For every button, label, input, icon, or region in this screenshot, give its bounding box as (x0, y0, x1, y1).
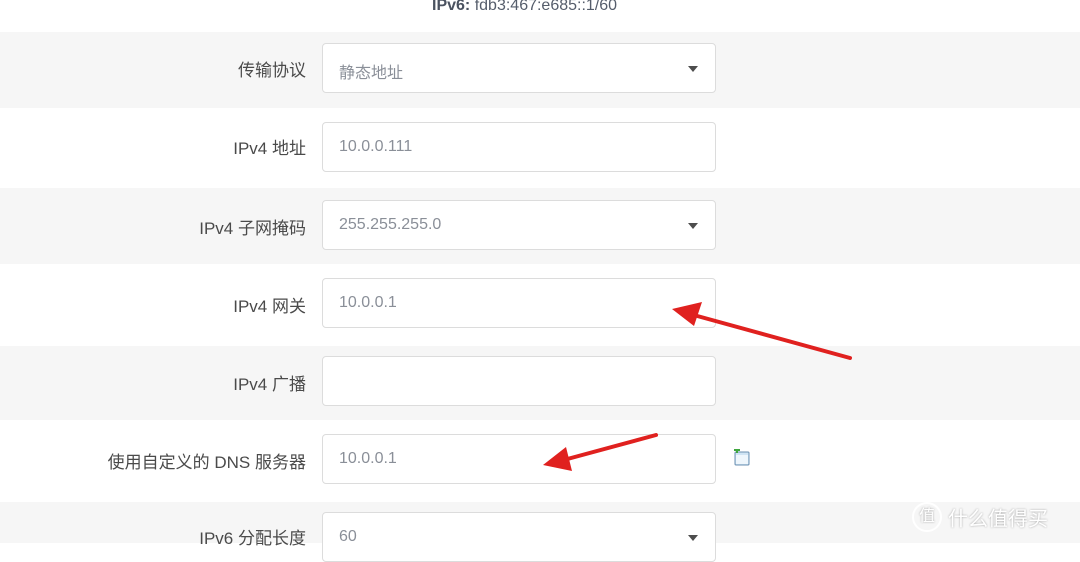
chevron-down-icon (688, 66, 698, 72)
ipv6-value: fdb3:467:e685::1/60 (474, 0, 618, 14)
add-entry-icon[interactable] (733, 449, 751, 467)
form-row-ipv4-gateway: IPv4 网关 10.0.0.1 (0, 264, 1080, 346)
ipv4-netmask-select[interactable]: 255.255.255.0 (322, 200, 716, 250)
form-row-ipv4-netmask: IPv4 子网掩码 255.255.255.0 (0, 188, 1080, 264)
protocol-label: 传输协议 (238, 61, 306, 80)
ipv4-address-value: 10.0.0.111 (339, 138, 413, 155)
form-row-ipv4-address: IPv4 地址 10.0.0.111 (0, 108, 1080, 188)
form-row-protocol: 传输协议 静态地址 (0, 32, 1080, 108)
watermark: 值什么值得买 (912, 502, 1048, 534)
custom-dns-input[interactable]: 10.0.0.1 (322, 434, 716, 484)
ipv4-address-input[interactable]: 10.0.0.111 (322, 122, 716, 172)
watermark-text: 什么值得买 (948, 508, 1048, 531)
ipv6-assign-length-value: 60 (339, 528, 357, 545)
form-row-ipv4-broadcast: IPv4 广播 (0, 346, 1080, 420)
ipv4-address-label: IPv4 地址 (233, 139, 306, 158)
ipv6-assign-length-label: IPv6 分配长度 (199, 529, 306, 548)
ipv6-address-line: IPv6: fdb3:467:e685::1/60 (0, 0, 1080, 32)
custom-dns-label: 使用自定义的 DNS 服务器 (107, 453, 306, 472)
ipv4-broadcast-label: IPv4 广播 (233, 375, 306, 394)
ipv6-assign-length-select[interactable]: 60 (322, 512, 716, 562)
protocol-select-value: 静态地址 (339, 65, 404, 82)
ipv6-label: IPv6: (432, 0, 471, 14)
ipv4-netmask-value: 255.255.255.0 (339, 216, 442, 233)
watermark-logo: 值 (912, 502, 942, 532)
chevron-down-icon (688, 223, 698, 229)
ipv4-gateway-label: IPv4 网关 (233, 297, 306, 316)
ipv4-netmask-label: IPv4 子网掩码 (199, 219, 306, 238)
ipv4-broadcast-input[interactable] (322, 356, 716, 406)
ipv4-gateway-value: 10.0.0.1 (339, 294, 397, 311)
ipv4-gateway-input[interactable]: 10.0.0.1 (322, 278, 716, 328)
custom-dns-value: 10.0.0.1 (339, 450, 397, 467)
form-row-custom-dns: 使用自定义的 DNS 服务器 10.0.0.1 (0, 420, 1080, 502)
chevron-down-icon (688, 535, 698, 541)
protocol-select[interactable]: 静态地址 (322, 43, 716, 93)
